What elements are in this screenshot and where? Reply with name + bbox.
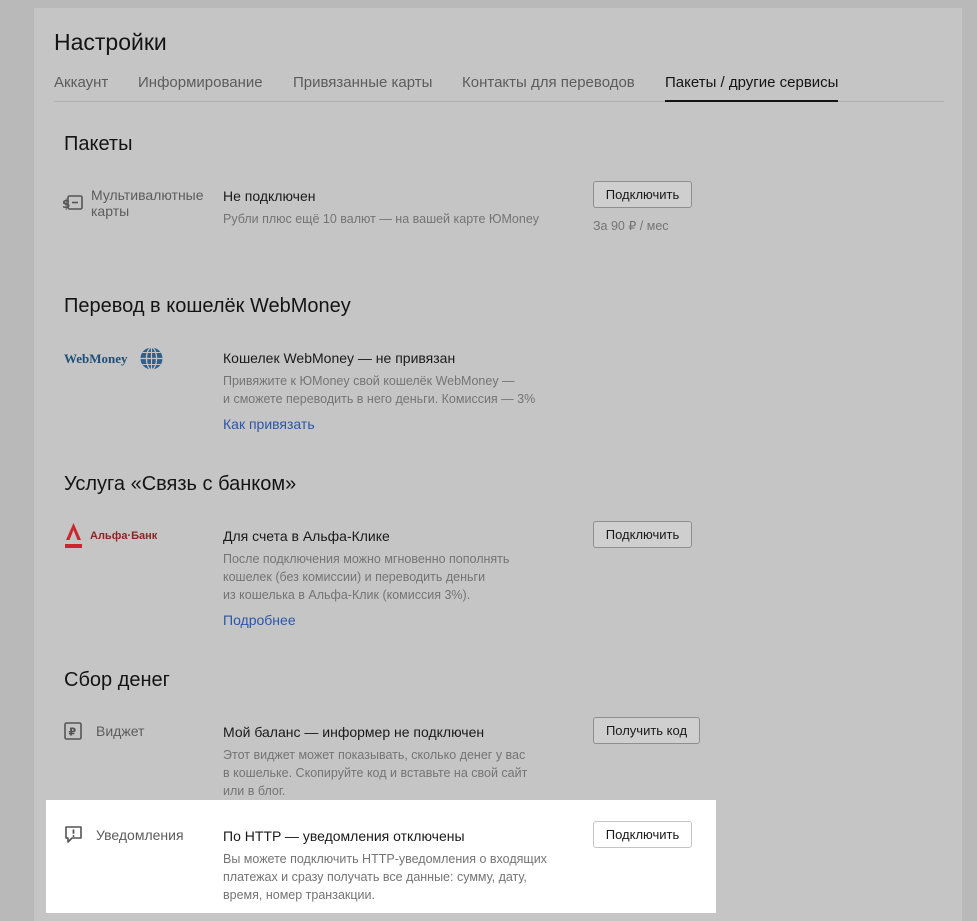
bank-more-link[interactable]: Подробнее bbox=[223, 612, 296, 628]
alfa-bank-logo-text: Альфа·Банк bbox=[90, 530, 158, 542]
tab-notifications[interactable]: Информирование bbox=[138, 74, 263, 101]
notifications-desc-line3: время, номер транзакции. bbox=[223, 888, 375, 902]
webmoney-logo-text: WebMoney bbox=[64, 351, 128, 366]
widget-get-code-button[interactable]: Получить код bbox=[593, 717, 700, 744]
notifications-desc-line1: Вы можете подключить HTTP-уведомления о … bbox=[223, 852, 547, 866]
webmoney-desc-line1: Привяжите к ЮMoney свой кошелёк WebMoney… bbox=[223, 374, 515, 388]
tab-account[interactable]: Аккаунт bbox=[54, 74, 108, 101]
packages-section-title: Пакеты bbox=[64, 133, 133, 155]
bank-desc-line2: кошелек (без комиссии) и переводить день… bbox=[223, 570, 486, 584]
notifications-row: Уведомления По HTTP — уведомления отключ… bbox=[46, 800, 716, 913]
webmoney-how-to-link[interactable]: Как привязать bbox=[223, 416, 315, 432]
svg-text:₽: ₽ bbox=[69, 726, 77, 739]
page-title: Настройки bbox=[54, 29, 167, 55]
packages-price: За 90 ₽ / мес bbox=[593, 219, 669, 233]
packages-connect-button[interactable]: Подключить bbox=[593, 181, 692, 208]
notifications-connect-button[interactable]: Подключить bbox=[593, 821, 692, 848]
tab-linked-cards[interactable]: Привязанные карты bbox=[293, 74, 432, 101]
ruble-widget-icon: ₽ bbox=[64, 722, 82, 740]
widget-label: Виджет bbox=[96, 723, 145, 739]
notifications-status: По HTTP — уведомления отключены bbox=[223, 828, 465, 844]
bank-desc-line3: из кошелька в Альфа-Клик (комиссия 3%). bbox=[223, 588, 471, 602]
notifications-label: Уведомления bbox=[96, 827, 184, 843]
webmoney-status: Кошелек WebMoney — не привязан bbox=[223, 350, 456, 366]
multicurrency-card-icon: $ bbox=[62, 195, 83, 211]
widget-desc-line1: Этот виджет может показывать, сколько де… bbox=[223, 748, 526, 762]
alfa-bank-logo-icon bbox=[65, 523, 82, 548]
bank-connect-button[interactable]: Подключить bbox=[593, 521, 692, 548]
widget-desc-line2: в кошельке. Скопируйте код и вставьте на… bbox=[223, 766, 528, 780]
settings-tabs: Аккаунт Информирование Привязанные карты… bbox=[54, 74, 944, 102]
fundraising-section-title: Сбор денег bbox=[64, 669, 170, 691]
tab-packages-services[interactable]: Пакеты / другие сервисы bbox=[665, 74, 839, 102]
notifications-desc-line2: платежах и сразу получать все данные: су… bbox=[223, 870, 527, 884]
widget-status: Мой баланс — информер не подключен bbox=[223, 724, 485, 740]
bank-section-title: Услуга «Связь с банком» bbox=[64, 473, 297, 495]
webmoney-desc-line2: и сможете переводить в него деньги. Коми… bbox=[223, 392, 536, 406]
bank-desc-line1: После подключения можно мгновенно пополн… bbox=[223, 552, 510, 566]
webmoney-section-title: Перевод в кошелёк WebMoney bbox=[64, 295, 351, 317]
multicurrency-label-line1: Мультивалютные bbox=[91, 187, 204, 203]
packages-description: Рубли плюс ещё 10 валют — на вашей карте… bbox=[223, 212, 540, 226]
widget-desc-line3: или в блог. bbox=[223, 784, 286, 798]
svg-text:$: $ bbox=[62, 197, 70, 211]
webmoney-globe-icon bbox=[140, 346, 163, 371]
packages-status: Не подключен bbox=[223, 188, 316, 204]
bank-status: Для счета в Альфа-Клике bbox=[223, 528, 390, 544]
tab-transfer-contacts[interactable]: Контакты для переводов bbox=[462, 74, 635, 101]
notification-alert-icon bbox=[65, 826, 82, 843]
settings-panel bbox=[34, 8, 962, 921]
multicurrency-label-line2: карты bbox=[91, 203, 130, 219]
